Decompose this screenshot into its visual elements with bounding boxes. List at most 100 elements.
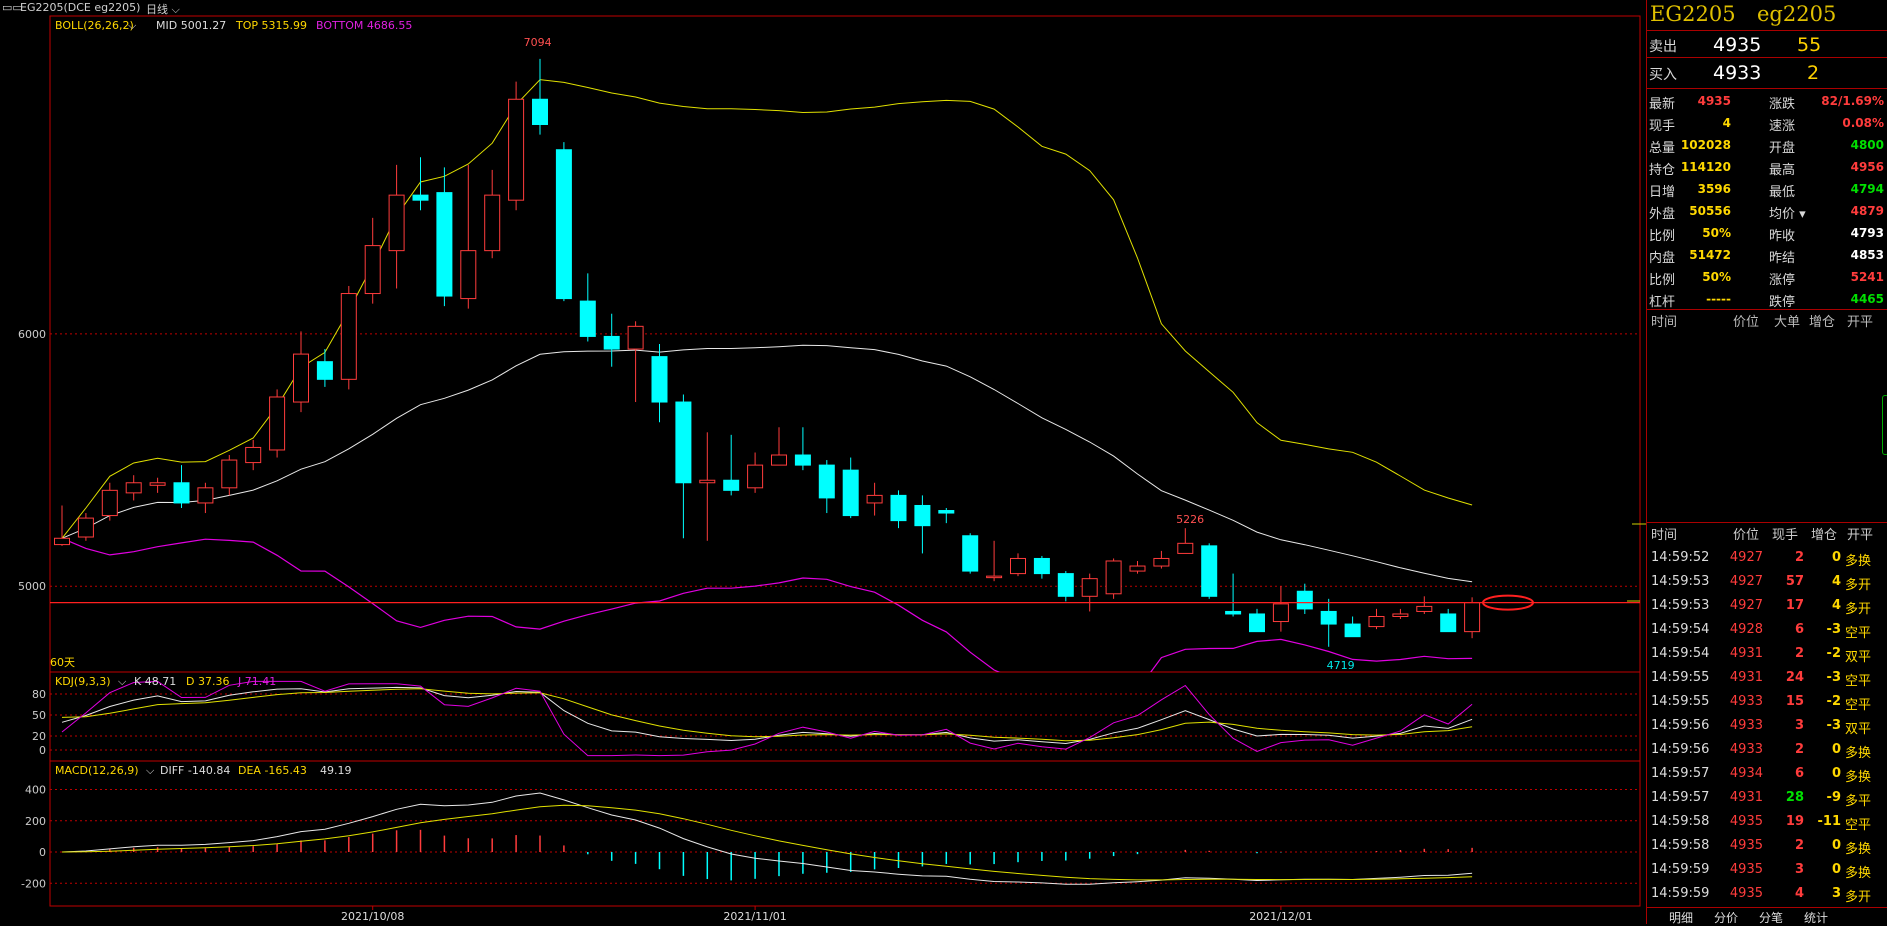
stat-label: 内盘: [1649, 251, 1676, 266]
candle-body: [197, 487, 214, 504]
stat-label: 开盘: [1769, 141, 1796, 156]
tick-hand: 6: [1794, 766, 1804, 781]
stat-value: 3596: [1697, 182, 1731, 196]
ask-row: 卖出 4935 55: [1647, 34, 1887, 56]
tick-row: 14:59:54 4931 2 -2 双平: [1647, 642, 1887, 666]
stat-row: 内盘 51472 昨结 4853: [1647, 245, 1887, 267]
stat-row: 最新 4935 涨跌 82/1.69%: [1647, 91, 1887, 113]
stat-label: 总量: [1649, 141, 1676, 156]
stat-value: 4879: [1850, 204, 1884, 218]
tick-hand: 3: [1794, 862, 1804, 877]
boll-bottom-label: BOTTOM 4686.55: [316, 19, 412, 32]
candle-body: [1153, 557, 1170, 567]
tick-time: 14:59:55: [1651, 694, 1710, 709]
stat-label: 涨停: [1769, 273, 1796, 288]
tick-oi: -9: [1826, 790, 1841, 805]
stat-label: 涨跌: [1769, 97, 1796, 112]
quote-panel: EG2205 eg2205 卖出 4935 55 买入 4933 2 最新 493…: [1646, 0, 1887, 926]
macd-diff-label: DIFF -140.84: [160, 764, 230, 777]
macd-value-label: 49.19: [320, 764, 352, 777]
tick-price: 4935: [1729, 886, 1763, 901]
stat-value: 51472: [1689, 248, 1731, 262]
tick-hand: 6: [1794, 622, 1804, 637]
tick-oi: -11: [1817, 814, 1842, 829]
tick-oi: 0: [1831, 550, 1841, 565]
candle-body: [125, 482, 142, 494]
high-annotation: 5226: [1176, 513, 1204, 526]
date-axis-label: 2021/10/08: [341, 910, 404, 923]
candle-body: [1344, 623, 1361, 638]
candle-body: [316, 361, 333, 380]
big-order-header: 时间 价位 大单 增仓 开平: [1651, 315, 1874, 330]
kdj-tick-label: 50: [32, 709, 46, 722]
stat-row: 总量 102028 开盘 4800: [1647, 135, 1887, 157]
quote-name: eg2205: [1757, 2, 1837, 26]
tab-trade[interactable]: 分笔: [1759, 909, 1783, 926]
tick-row: 14:59:54 4928 6 -3 空平: [1647, 618, 1887, 642]
stat-value: 4800: [1850, 138, 1884, 152]
tick-hand: 2: [1794, 646, 1804, 661]
candle-body: [460, 250, 477, 300]
tick-row: 14:59:55 4933 15 -2 空平: [1647, 690, 1887, 714]
tab-price[interactable]: 分价: [1714, 909, 1738, 926]
kline-chart[interactable]: 6000500070945226471960天BOLL(26,26,2)⌵ MID…: [0, 0, 1646, 924]
tick-row: 14:59:58 4935 2 0 多换: [1647, 834, 1887, 858]
boll-top-line: [61, 79, 1473, 539]
stat-row: 杠杆 ----- 跌停 4465: [1647, 289, 1887, 311]
boll-top-label: TOP 5315.99: [235, 19, 307, 32]
tick-time: 14:59:55: [1651, 670, 1710, 685]
scrollbar-handle[interactable]: [1882, 395, 1887, 455]
candle-body: [412, 194, 429, 201]
kdj-j-label: J 71.41: [237, 675, 276, 688]
candle-body: [340, 293, 357, 380]
candle-body: [269, 396, 286, 451]
tick-oi: -3: [1826, 718, 1841, 733]
bid-price: 4933: [1713, 62, 1762, 84]
candle-body: [747, 464, 764, 489]
ask-volume: 55: [1797, 34, 1822, 56]
tick-hand: 57: [1785, 574, 1804, 589]
tab-detail[interactable]: 明细: [1669, 909, 1693, 926]
candle-body: [1320, 610, 1337, 625]
candle-body: [1129, 565, 1146, 572]
stat-label: 现手: [1649, 119, 1676, 134]
candle-body: [579, 300, 596, 337]
caret-down-icon[interactable]: ▾: [1799, 207, 1806, 222]
boll-title: BOLL(26,26,2): [55, 19, 134, 32]
price-tick-label: 6000: [18, 328, 46, 341]
stat-label: 跌停: [1769, 295, 1796, 310]
tick-row: 14:59:57 4931 28 -9 多平: [1647, 786, 1887, 810]
stat-label: 昨收: [1769, 229, 1796, 244]
candle-body: [555, 149, 572, 300]
candle-body: [1272, 603, 1289, 623]
stat-label: 最低: [1769, 185, 1796, 200]
tick-oi: -2: [1826, 646, 1841, 661]
price-tick-label: 5000: [18, 580, 46, 593]
tick-time: 14:59:54: [1651, 646, 1710, 661]
stat-label: 昨结: [1769, 251, 1796, 266]
chevron-down-icon: ⌵: [118, 675, 127, 688]
candle-body: [986, 575, 1003, 579]
candle-body: [1201, 545, 1218, 597]
candle-body: [245, 446, 262, 464]
tick-hand: 2: [1794, 742, 1804, 757]
tick-time: 14:59:53: [1651, 574, 1710, 589]
tick-hand: 17: [1785, 598, 1804, 613]
candle-body: [1296, 590, 1313, 610]
tick-price: 4933: [1729, 742, 1763, 757]
tick-price: 4927: [1729, 574, 1763, 589]
tick-open: 空平: [1845, 674, 1872, 689]
chevron-down-icon: ⌵: [146, 764, 155, 777]
tick-hand: 2: [1794, 550, 1804, 565]
tick-time: 14:59:56: [1651, 742, 1710, 757]
tick-hand: 15: [1785, 694, 1804, 709]
tick-open: 多平: [1845, 794, 1872, 809]
tick-price: 4933: [1729, 694, 1763, 709]
tick-row: 14:59:57 4934 6 0 多换: [1647, 762, 1887, 786]
tick-time: 14:59:58: [1651, 838, 1710, 853]
macd-dea-line: [61, 804, 1473, 881]
tick-oi: 3: [1831, 886, 1841, 901]
tab-stats[interactable]: 统计: [1804, 909, 1828, 926]
candle-body: [508, 98, 525, 201]
macd-tick-label: 200: [25, 815, 46, 828]
